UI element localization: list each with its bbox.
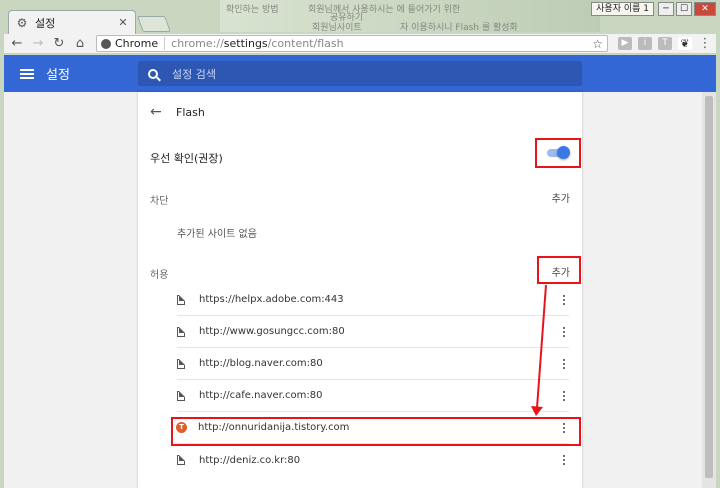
annotation-arrow	[531, 284, 547, 416]
browser-window: 확인하는 방법 회원님께서 사용하시는 에 들어가기 위한 회원님사이트 자 이…	[0, 0, 720, 488]
